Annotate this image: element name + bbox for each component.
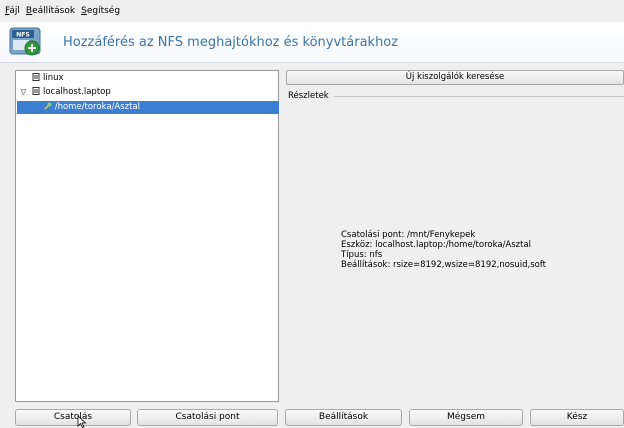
tree-item-localhost-laptop[interactable]: ▽ localhost.laptop	[19, 86, 111, 99]
host-icon	[32, 87, 40, 95]
mouse-pointer-icon	[77, 416, 87, 428]
menu-file[interactable]: Fájl	[0, 0, 23, 22]
tree-item-share-asztal[interactable]: /home/toroka/Asztal	[17, 101, 279, 114]
host-icon	[32, 73, 40, 81]
tree-item-linux[interactable]: linux	[19, 72, 64, 85]
menu-bar: Fájl Beállítások Segítség	[0, 0, 624, 22]
detail-mount-point: Csatolási pont: /mnt/Fenykepek	[341, 230, 476, 240]
header-banner: NFS Hozzáférés az NFS meghajtókhoz és kö…	[0, 22, 624, 63]
settings-button[interactable]: Beállítások	[285, 409, 402, 426]
menu-settings[interactable]: Beállítások	[23, 0, 78, 22]
menu-help[interactable]: Segítség	[78, 0, 123, 22]
done-button[interactable]: Kész	[530, 409, 624, 426]
mount-button[interactable]: Csatolás	[15, 409, 131, 426]
nfs-icon-label: NFS	[16, 32, 29, 39]
tree-item-label: linux	[43, 73, 64, 83]
mount-point-button[interactable]: Csatolási pont	[137, 409, 278, 426]
search-servers-button[interactable]: Új kiszolgálók keresése	[286, 70, 624, 85]
detail-type: Típus: nfs	[341, 250, 383, 260]
detail-device: Eszköz: localhost.laptop:/home/toroka/As…	[341, 240, 532, 250]
tree-item-label: /home/toroka/Asztal	[54, 102, 141, 112]
tree-item-label: localhost.laptop	[43, 87, 111, 97]
detail-options: Beállítások: rsize=8192,wsize=8192,nosui…	[341, 260, 547, 270]
cancel-button[interactable]: Mégsem	[409, 409, 523, 426]
page-title: Hozzáférés az NFS meghajtókhoz és könyvt…	[63, 35, 399, 50]
nfs-share-add-icon: NFS	[9, 27, 41, 56]
share-tree[interactable]: linux ▽ localhost.laptop /home/toroka/As…	[15, 70, 279, 402]
share-icon	[44, 102, 52, 110]
expander-open-icon[interactable]: ▽	[19, 86, 28, 99]
